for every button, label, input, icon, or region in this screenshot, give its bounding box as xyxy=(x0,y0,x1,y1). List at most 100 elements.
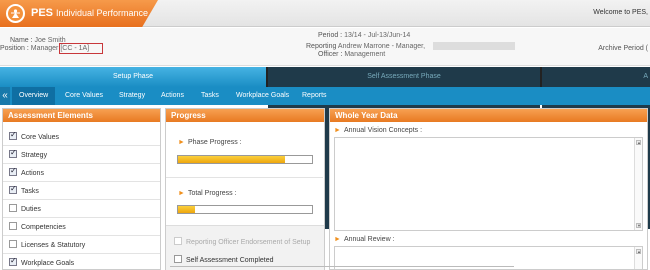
phase-bar: Setup Phase Self Assessment Phase A xyxy=(0,67,650,229)
endorsement-checkbox[interactable] xyxy=(174,237,182,245)
checked-checkbox[interactable] xyxy=(9,130,17,140)
checked-checkbox[interactable] xyxy=(9,184,17,194)
arrow-right-icon: ► xyxy=(178,139,185,146)
checked-checkbox[interactable] xyxy=(9,166,17,176)
tab-tasks[interactable]: Tasks xyxy=(194,87,226,105)
nav-tabs: « Overview Core Values Strategy Actions … xyxy=(0,87,650,105)
third-phase-mark: A xyxy=(643,73,648,80)
app-title: PES Individual Performance xyxy=(31,7,148,19)
divider xyxy=(3,145,160,146)
unchecked-checkbox[interactable] xyxy=(9,222,17,230)
tab-overview[interactable]: Overview xyxy=(12,87,56,105)
assessment-item[interactable]: Actions xyxy=(9,166,44,177)
divider xyxy=(3,253,160,254)
assessment-item-label: Actions xyxy=(21,169,44,177)
period-value: 13/14 - Jul-13/Jun-14 xyxy=(344,32,411,39)
assessment-item-label: Core Values xyxy=(21,133,60,141)
tab-core-values[interactable]: Core Values xyxy=(58,87,110,105)
divider xyxy=(3,181,160,182)
reporting-officer: Reporting Andrew Marrone - Manager, xyxy=(306,42,516,50)
unchecked-checkbox[interactable] xyxy=(9,204,17,212)
employee-name: Name : Joe Smith xyxy=(10,37,66,44)
name-label: Name xyxy=(10,37,29,44)
assessment-item[interactable]: Core Values xyxy=(9,130,60,141)
scroll-up-icon[interactable]: ▲ xyxy=(636,140,641,145)
officer-line: Officer : Management xyxy=(318,51,386,58)
whole-year-data-title: Whole Year Data xyxy=(330,109,647,122)
period-label: Period xyxy=(318,32,339,39)
assessment-item-label: Workplace Goals xyxy=(21,259,75,267)
self-assessment-label: Self Assessment Completed xyxy=(186,256,274,264)
phase-progress-bar xyxy=(177,155,313,164)
tab-actions[interactable]: Actions xyxy=(154,87,191,105)
brand-name: PES xyxy=(31,7,54,19)
annual-vision-textarea[interactable]: ▲ ▼ xyxy=(334,137,643,231)
redacted-text xyxy=(433,42,516,50)
assessment-item[interactable]: Licenses & Statutory xyxy=(9,240,86,249)
reporting-value: Andrew Marrone - Manager, xyxy=(337,42,426,50)
total-progress-text: Total Progress : xyxy=(187,190,237,197)
setup-phase-tab[interactable]: Setup Phase xyxy=(0,67,266,87)
assessment-elements-panel: Assessment Elements Core Values Strategy A… xyxy=(2,108,161,270)
whole-year-data-panel: Whole Year Data ► Annual Vision Concepts … xyxy=(329,108,648,270)
phase-progress-fill xyxy=(178,156,286,163)
tab-strategy[interactable]: Strategy xyxy=(112,87,152,105)
scrollbar[interactable]: ▲ ▼ xyxy=(634,138,642,230)
scroll-down-icon[interactable]: ▼ xyxy=(636,223,641,228)
phase-progress-label: ► Phase Progress : xyxy=(178,139,242,146)
total-progress-section: ► Total Progress : xyxy=(166,178,324,225)
arrow-right-icon: ► xyxy=(334,127,341,134)
assessment-item[interactable]: Tasks xyxy=(9,184,39,195)
divider xyxy=(3,235,160,236)
progress-panel: Progress ► Phase Progress : ► Total Progre… xyxy=(165,108,325,270)
phase-progress-section: ► Phase Progress : xyxy=(166,123,324,178)
unchecked-checkbox[interactable] xyxy=(9,240,17,248)
position-label: Position xyxy=(0,45,25,52)
annual-review-text: Annual Review : xyxy=(343,236,395,243)
endorsement-label: Reporting Officer Endorsement of Setup xyxy=(186,238,311,246)
scroll-up-icon[interactable]: ▲ xyxy=(636,249,641,254)
period-info: Period : 13/14 - Jul-13/Jun-14 xyxy=(318,32,411,39)
phase-progress-text: Phase Progress : xyxy=(187,139,242,146)
assessment-item-label: Licenses & Statutory xyxy=(21,241,86,249)
annual-review-label: ► Annual Review : xyxy=(334,236,395,243)
annual-vision-text: Annual Vision Concepts : xyxy=(343,127,423,134)
total-progress-fill xyxy=(178,206,196,213)
brand-banner: PES Individual Performance xyxy=(0,0,158,27)
assessment-item[interactable]: Competencies xyxy=(9,222,66,231)
tab-reports[interactable]: Reports xyxy=(295,87,334,105)
divider xyxy=(3,217,160,218)
welcome-text: Welcome to PES, xyxy=(593,9,648,16)
assessment-item[interactable]: Workplace Goals xyxy=(9,256,75,267)
completion-section: Reporting Officer Endorsement of Setup S… xyxy=(166,225,324,270)
archive-period-link[interactable]: Archive Period ( xyxy=(598,45,648,52)
officer-value: Management xyxy=(344,51,386,58)
assessment-elements-title: Assessment Elements xyxy=(3,109,160,122)
bottom-divider xyxy=(170,266,514,267)
assessment-item-label: Duties xyxy=(21,205,41,213)
arrow-right-icon: ► xyxy=(334,236,341,243)
endorsement-checkbox-row: Reporting Officer Endorsement of Setup xyxy=(174,237,311,246)
app-header: PES Individual Performance Welcome to PES… xyxy=(0,0,650,27)
brand-subtitle: Individual Performance xyxy=(56,8,149,18)
assessment-item-label: Strategy xyxy=(21,151,48,159)
position-highlight xyxy=(59,43,103,54)
total-progress-bar xyxy=(177,205,313,214)
assessment-item[interactable]: Duties xyxy=(9,204,41,213)
checked-checkbox[interactable] xyxy=(9,148,17,158)
employee-info: Name : Joe Smith Position : Manager [CC … xyxy=(0,28,650,66)
officer-label: Officer xyxy=(318,51,339,58)
checked-checkbox[interactable] xyxy=(9,256,17,266)
reporting-label: Reporting xyxy=(306,42,337,50)
divider xyxy=(3,163,160,164)
nav-back-arrow-icon[interactable]: « xyxy=(0,87,10,105)
progress-title: Progress xyxy=(166,109,324,122)
assessment-item-label: Competencies xyxy=(21,223,66,231)
pes-logo-icon xyxy=(6,4,25,23)
tab-workplace-goals[interactable]: Workplace Goals xyxy=(229,87,296,105)
self-assessment-checkbox-row: Self Assessment Completed xyxy=(174,255,274,264)
self-assessment-checkbox[interactable] xyxy=(174,255,182,263)
scrollbar[interactable]: ▲ xyxy=(634,247,642,269)
divider xyxy=(3,199,160,200)
assessment-item[interactable]: Strategy xyxy=(9,148,48,159)
